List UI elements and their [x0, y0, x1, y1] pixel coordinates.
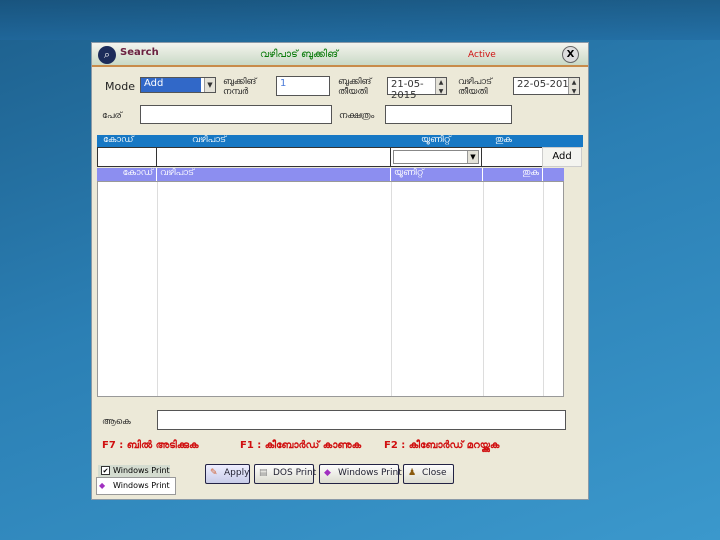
total-input[interactable] — [157, 410, 566, 430]
status-label: Active — [468, 50, 496, 60]
button-label: Close — [422, 468, 447, 478]
printer-icon: ▤ — [259, 468, 268, 478]
mode-select[interactable]: Add ▼ — [140, 77, 216, 93]
table-row[interactable]: കോഡ് വഴിപാട് യൂണിറ്റ് തുക — [97, 168, 564, 181]
name-input[interactable] — [140, 105, 332, 124]
booking-date-input[interactable]: 21-05-2015 ▲ ▼ — [387, 77, 447, 101]
search-label[interactable]: Search — [120, 47, 159, 58]
shortcut-f1: F1 : കീബോർഡ് കാണുക — [240, 440, 362, 451]
col-offering: വഴിപാട് — [192, 135, 226, 145]
apply-icon: ✎ — [210, 468, 218, 478]
dos-print-button[interactable]: ▤ DOS Print — [254, 464, 317, 484]
booking-date-value: 21-05-2015 — [391, 79, 424, 101]
col-unit: യൂണിറ്റ് — [421, 135, 451, 145]
total-label: ആകെ — [102, 417, 131, 427]
button-label: Windows Print — [338, 468, 402, 478]
star-input[interactable] — [385, 105, 512, 124]
printer-icon: ◆ — [99, 481, 106, 490]
mode-value: Add — [141, 78, 201, 92]
add-button[interactable]: Add — [542, 147, 582, 167]
windows-print-left-button[interactable]: ◆ Windows Print — [96, 477, 176, 495]
chevron-down-icon: ▼ — [467, 151, 478, 163]
spinner-icon[interactable]: ▲ ▼ — [435, 78, 446, 95]
chevron-down-icon: ▼ — [204, 78, 215, 92]
offering-entry[interactable] — [156, 147, 391, 167]
booking-window: ⌕ Search വഴിപാട് ബുക്കിങ് Active X Mode … — [91, 42, 589, 500]
spinner-icon[interactable]: ▲ ▼ — [568, 78, 579, 95]
search-icon[interactable]: ⌕ — [98, 46, 116, 64]
table-body — [97, 181, 564, 397]
row-code: കോഡ് — [97, 168, 157, 181]
star-label: നക്ഷത്രം — [339, 111, 375, 121]
checkbox-icon: ✔ — [101, 466, 110, 475]
unit-select[interactable]: ▼ — [390, 147, 482, 167]
window-title: വഴിപാട് ബുക്കിങ് — [260, 49, 338, 60]
col-amount: തുക — [495, 135, 512, 145]
amount-entry[interactable] — [481, 147, 543, 167]
printer-icon: ◆ — [324, 468, 331, 478]
close-icon: ♟ — [408, 468, 417, 478]
col-code: കോഡ് — [103, 135, 134, 145]
mode-label: Mode — [105, 80, 135, 93]
apply-button[interactable]: ✎ Apply — [205, 464, 250, 484]
code-entry[interactable] — [97, 147, 157, 167]
offering-date-input[interactable]: 22-05-2015 ▲ ▼ — [513, 77, 580, 95]
close-button[interactable]: ♟ Close — [403, 464, 454, 484]
booking-no-label: ബുക്കിങ് നമ്പർ — [223, 77, 257, 97]
offering-date-value: 22-05-2015 — [517, 79, 576, 90]
shortcut-f7: F7 : ബിൽ അടിക്കുക — [102, 440, 199, 451]
button-label: Apply — [224, 468, 250, 478]
row-amount: തുക — [483, 168, 543, 181]
row-offering: വഴിപാട് — [157, 168, 391, 181]
windows-print-button[interactable]: ◆ Windows Print — [319, 464, 402, 484]
booking-date-label: ബുക്കിങ് തീയതി — [338, 77, 372, 97]
offering-date-label: വഴിപാട് തീയതി — [458, 77, 492, 97]
close-icon[interactable]: X — [562, 46, 579, 63]
booking-no-input[interactable]: 1 — [276, 76, 330, 96]
title-bar: ⌕ Search വഴിപാട് ബുക്കിങ് Active X — [92, 43, 588, 67]
shortcut-f2: F2 : കീബോർഡ് മറയ്ക്കുക — [384, 440, 500, 451]
button-label: DOS Print — [273, 468, 317, 478]
name-label: പേര് — [102, 111, 122, 121]
background-band — [0, 0, 720, 40]
row-unit: യൂണിറ്റ് — [391, 168, 483, 181]
button-label: Windows Print — [113, 481, 170, 490]
checkbox-label: Windows Print — [113, 466, 170, 475]
windows-print-checkbox[interactable]: ✔ Windows Print — [98, 465, 170, 477]
table-header: കോഡ് വഴിപാട് യൂണിറ്റ് തുക — [97, 135, 583, 147]
